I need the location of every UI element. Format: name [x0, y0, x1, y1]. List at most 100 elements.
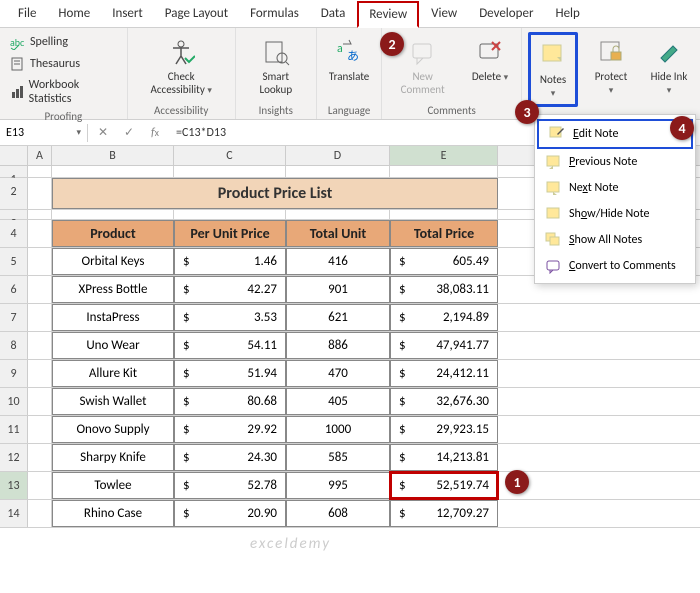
- name-box[interactable]: E13▾: [0, 124, 88, 142]
- table-row: 9 Allure Kit $51.94 470 $24,412.11: [0, 360, 700, 388]
- cell-units[interactable]: 621: [286, 304, 390, 331]
- header-total-price[interactable]: Total Price: [390, 220, 498, 247]
- tab-developer[interactable]: Developer: [469, 2, 543, 25]
- cell-product[interactable]: XPress Bottle: [52, 276, 174, 303]
- row-header-9[interactable]: 9: [0, 360, 28, 387]
- cell-total[interactable]: $12,709.27: [390, 500, 498, 527]
- row-header-13[interactable]: 13: [0, 472, 28, 499]
- header-product[interactable]: Product: [52, 220, 174, 247]
- cell-total[interactable]: $29,923.15: [390, 416, 498, 443]
- row-header-1[interactable]: 1: [0, 166, 28, 177]
- row-header-2[interactable]: 2: [0, 178, 28, 209]
- cell-total[interactable]: $24,412.11: [390, 360, 498, 387]
- cell-unit-price[interactable]: $51.94: [174, 360, 286, 387]
- col-header-c[interactable]: C: [174, 146, 286, 165]
- row-header-14[interactable]: 14: [0, 500, 28, 527]
- row-header-10[interactable]: 10: [0, 388, 28, 415]
- cell-unit-price[interactable]: $20.90: [174, 500, 286, 527]
- row-header-4[interactable]: 4: [0, 220, 28, 247]
- tab-insert[interactable]: Insert: [102, 2, 153, 25]
- row-header-3[interactable]: 3: [0, 210, 28, 219]
- check-accessibility-button[interactable]: Check Accessibility ▾: [134, 32, 229, 101]
- cell-product[interactable]: Rhino Case: [52, 500, 174, 527]
- tab-home[interactable]: Home: [48, 2, 100, 25]
- cell-unit-price[interactable]: $24.30: [174, 444, 286, 471]
- tab-file[interactable]: File: [8, 2, 46, 25]
- cell-units[interactable]: 405: [286, 388, 390, 415]
- cell-product[interactable]: Orbital Keys: [52, 248, 174, 275]
- col-header-d[interactable]: D: [286, 146, 390, 165]
- row-header-6[interactable]: 6: [0, 276, 28, 303]
- col-header-e[interactable]: E: [390, 146, 498, 165]
- fx-icon[interactable]: fx: [146, 124, 164, 142]
- workbook-stats-button[interactable]: Workbook Statistics: [6, 76, 121, 108]
- smart-lookup-button[interactable]: Smart Lookup: [242, 32, 310, 100]
- table-row: 11 Onovo Supply $29.92 1000 $29,923.15: [0, 416, 700, 444]
- cancel-formula-icon[interactable]: ✕: [94, 124, 112, 142]
- translate-button[interactable]: aあ Translate: [323, 32, 375, 87]
- cell-unit-price[interactable]: $52.78: [174, 472, 286, 499]
- cell-unit-price[interactable]: $54.11: [174, 332, 286, 359]
- cell-unit-price[interactable]: $1.46: [174, 248, 286, 275]
- cell-product[interactable]: Onovo Supply: [52, 416, 174, 443]
- cell-units[interactable]: 608: [286, 500, 390, 527]
- previous-note-item[interactable]: Previous Note: [535, 149, 695, 175]
- tab-data[interactable]: Data: [311, 2, 356, 25]
- select-all-corner[interactable]: [0, 146, 28, 165]
- next-note-item[interactable]: Next Note: [535, 175, 695, 201]
- row-header-12[interactable]: 12: [0, 444, 28, 471]
- cell-product[interactable]: InstaPress: [52, 304, 174, 331]
- cell-total[interactable]: $14,213.81: [390, 444, 498, 471]
- cell-total[interactable]: $32,676.30: [390, 388, 498, 415]
- spelling-button[interactable]: abc Spelling: [6, 32, 72, 52]
- convert-to-comments-item[interactable]: Convert to Comments: [535, 253, 695, 279]
- tab-view[interactable]: View: [421, 2, 467, 25]
- cell-product[interactable]: Sharpy Knife: [52, 444, 174, 471]
- cell-product[interactable]: Swish Wallet: [52, 388, 174, 415]
- cell-total[interactable]: $47,941.77: [390, 332, 498, 359]
- cell-units[interactable]: 416: [286, 248, 390, 275]
- cell-units[interactable]: 585: [286, 444, 390, 471]
- hide-ink-button[interactable]: Hide Ink ▾: [644, 32, 694, 101]
- cell-total[interactable]: $605.49: [390, 248, 498, 275]
- svg-text:a: a: [337, 42, 343, 56]
- accept-formula-icon[interactable]: ✓: [120, 124, 138, 142]
- cell-unit-price[interactable]: $80.68: [174, 388, 286, 415]
- formula-input[interactable]: =C13*D13: [172, 126, 226, 140]
- col-header-b[interactable]: B: [52, 146, 174, 165]
- row-header-7[interactable]: 7: [0, 304, 28, 331]
- cell-unit-price[interactable]: $3.53: [174, 304, 286, 331]
- cell-product[interactable]: Towlee: [52, 472, 174, 499]
- thesaurus-button[interactable]: Thesaurus: [6, 54, 84, 74]
- row-header-11[interactable]: 11: [0, 416, 28, 443]
- show-all-notes-item[interactable]: Show All Notes: [535, 227, 695, 253]
- cell-units[interactable]: 886: [286, 332, 390, 359]
- group-language: aあ Translate Language: [317, 28, 382, 119]
- notes-button[interactable]: Notes▾: [528, 32, 578, 107]
- cell-units[interactable]: 470: [286, 360, 390, 387]
- tab-page-layout[interactable]: Page Layout: [155, 2, 238, 25]
- tab-help[interactable]: Help: [545, 2, 589, 25]
- cell-units[interactable]: 1000: [286, 416, 390, 443]
- tab-review[interactable]: Review: [357, 1, 419, 28]
- cell-product[interactable]: Uno Wear: [52, 332, 174, 359]
- cell-total[interactable]: $2,194.89: [390, 304, 498, 331]
- cell-units[interactable]: 901: [286, 276, 390, 303]
- cell-product[interactable]: Allure Kit: [52, 360, 174, 387]
- protect-button[interactable]: Protect▾: [586, 32, 636, 101]
- notes-icon: [539, 41, 567, 69]
- cell-units[interactable]: 995: [286, 472, 390, 499]
- cell-total[interactable]: $52,519.74: [390, 472, 498, 499]
- cell-unit-price[interactable]: $29.92: [174, 416, 286, 443]
- tab-formulas[interactable]: Formulas: [240, 2, 309, 25]
- delete-comment-button[interactable]: Delete ▾: [465, 32, 515, 88]
- row-header-5[interactable]: 5: [0, 248, 28, 275]
- header-total-unit[interactable]: Total Unit: [286, 220, 390, 247]
- col-header-a[interactable]: A: [28, 146, 52, 165]
- cell-total[interactable]: $38,083.11: [390, 276, 498, 303]
- table-title[interactable]: Product Price List: [52, 178, 498, 209]
- row-header-8[interactable]: 8: [0, 332, 28, 359]
- show-hide-note-item[interactable]: Show/Hide Note: [535, 201, 695, 227]
- header-unit-price[interactable]: Per Unit Price: [174, 220, 286, 247]
- cell-unit-price[interactable]: $42.27: [174, 276, 286, 303]
